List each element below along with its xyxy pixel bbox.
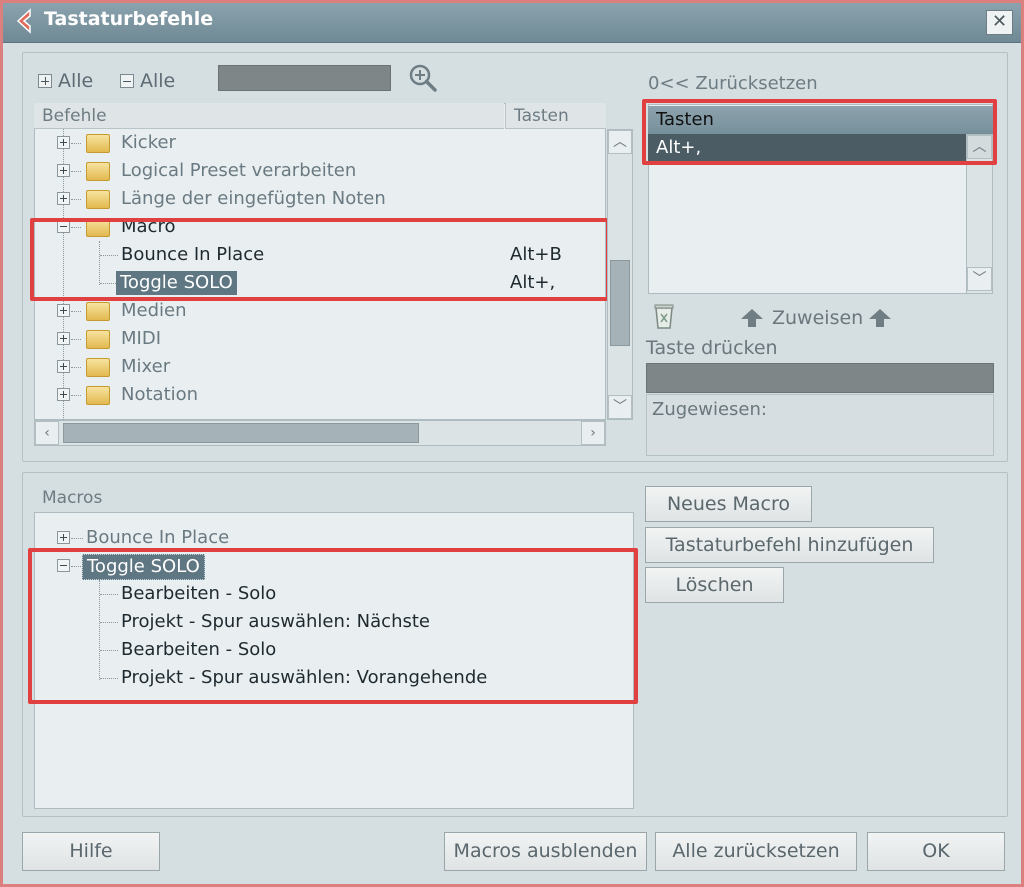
scroll-thumb[interactable] [63, 423, 419, 443]
expand-icon[interactable] [57, 136, 70, 149]
search-input[interactable] [218, 65, 391, 91]
highlight-box-keys [642, 99, 997, 165]
window-title: Tastaturbefehle [44, 8, 214, 30]
tree-row-medien[interactable]: Medien [34, 297, 606, 325]
reset-button[interactable]: 0<< Zurücksetzen [648, 73, 818, 94]
row-label: Mixer [121, 356, 171, 377]
app-logo-icon [16, 8, 31, 34]
plus-icon [38, 74, 52, 88]
expand-icon[interactable] [57, 164, 70, 177]
scroll-right-icon[interactable]: › [581, 421, 605, 445]
tree-row-note-length[interactable]: Länge der eingefügten Noten [34, 185, 606, 213]
commands-horizontal-scrollbar[interactable]: ‹ › [34, 420, 606, 446]
scroll-down-icon[interactable]: ﹀ [967, 267, 992, 291]
assign-button[interactable]: Zuweisen [772, 307, 863, 329]
delete-button[interactable]: Löschen [645, 567, 784, 603]
folder-icon [86, 386, 110, 405]
tree-row-notation[interactable]: Notation [34, 381, 606, 409]
folder-icon [86, 330, 110, 349]
arrow-up-icon [869, 309, 891, 327]
tree-row-mixer[interactable]: Mixer [34, 353, 606, 381]
row-label: Logical Preset verarbeiten [121, 160, 357, 181]
row-label: Medien [121, 300, 187, 321]
folder-icon [86, 134, 110, 153]
row-label: Kicker [121, 132, 176, 153]
tree-row-kicker[interactable]: Kicker [34, 129, 606, 157]
tree-row-logical-preset[interactable]: Logical Preset verarbeiten [34, 157, 606, 185]
reset-all-button[interactable]: Alle zurücksetzen [655, 832, 857, 871]
expand-icon[interactable] [57, 531, 70, 544]
column-header-commands[interactable]: Befehle [34, 103, 504, 129]
highlight-box-macro [28, 548, 638, 704]
folder-icon [86, 302, 110, 321]
expand-icon[interactable] [57, 304, 70, 317]
expand-icon[interactable] [57, 360, 70, 373]
trash-icon[interactable] [652, 302, 676, 330]
hide-macros-button[interactable]: Macros ausblenden [444, 832, 647, 871]
scroll-thumb[interactable] [610, 260, 630, 346]
row-label: MIDI [121, 328, 162, 349]
scroll-down-icon[interactable]: ﹀ [608, 395, 632, 419]
folder-icon [86, 358, 110, 377]
zoom-in-icon[interactable] [408, 63, 438, 93]
row-label: Notation [121, 384, 199, 405]
new-macro-button[interactable]: Neues Macro [645, 486, 812, 522]
expand-icon[interactable] [57, 388, 70, 401]
highlight-box-macro-commands [30, 218, 610, 301]
column-header-keys[interactable]: Tasten [505, 103, 606, 129]
macros-title: Macros [42, 488, 103, 508]
collapse-all-label: Alle [140, 70, 176, 92]
scroll-left-icon[interactable]: ‹ [35, 421, 59, 445]
expand-icon[interactable] [57, 192, 70, 205]
folder-icon [86, 190, 110, 209]
expand-icon[interactable] [57, 332, 70, 345]
ok-button[interactable]: OK [867, 832, 1005, 871]
press-key-label: Taste drücken [646, 337, 778, 359]
close-button[interactable]: ✕ [986, 10, 1013, 35]
folder-icon [86, 162, 110, 181]
commands-vertical-scrollbar[interactable]: ︿ ﹀ [607, 129, 633, 420]
tree-row-midi[interactable]: MIDI [34, 325, 606, 353]
minus-icon [120, 74, 134, 88]
scroll-up-icon[interactable]: ︿ [608, 130, 632, 154]
row-label: Länge der eingefügten Noten [121, 188, 386, 209]
expand-all-label: Alle [58, 70, 94, 92]
collapse-all-button[interactable]: Alle [120, 70, 175, 92]
expand-all-button[interactable]: Alle [38, 70, 93, 92]
assigned-label: Zugewiesen: [652, 399, 767, 420]
add-shortcut-button[interactable]: Tastaturbefehl hinzufügen [645, 527, 934, 563]
help-button[interactable]: Hilfe [22, 832, 160, 871]
arrow-up-icon [741, 309, 763, 327]
press-key-input[interactable] [646, 363, 994, 393]
